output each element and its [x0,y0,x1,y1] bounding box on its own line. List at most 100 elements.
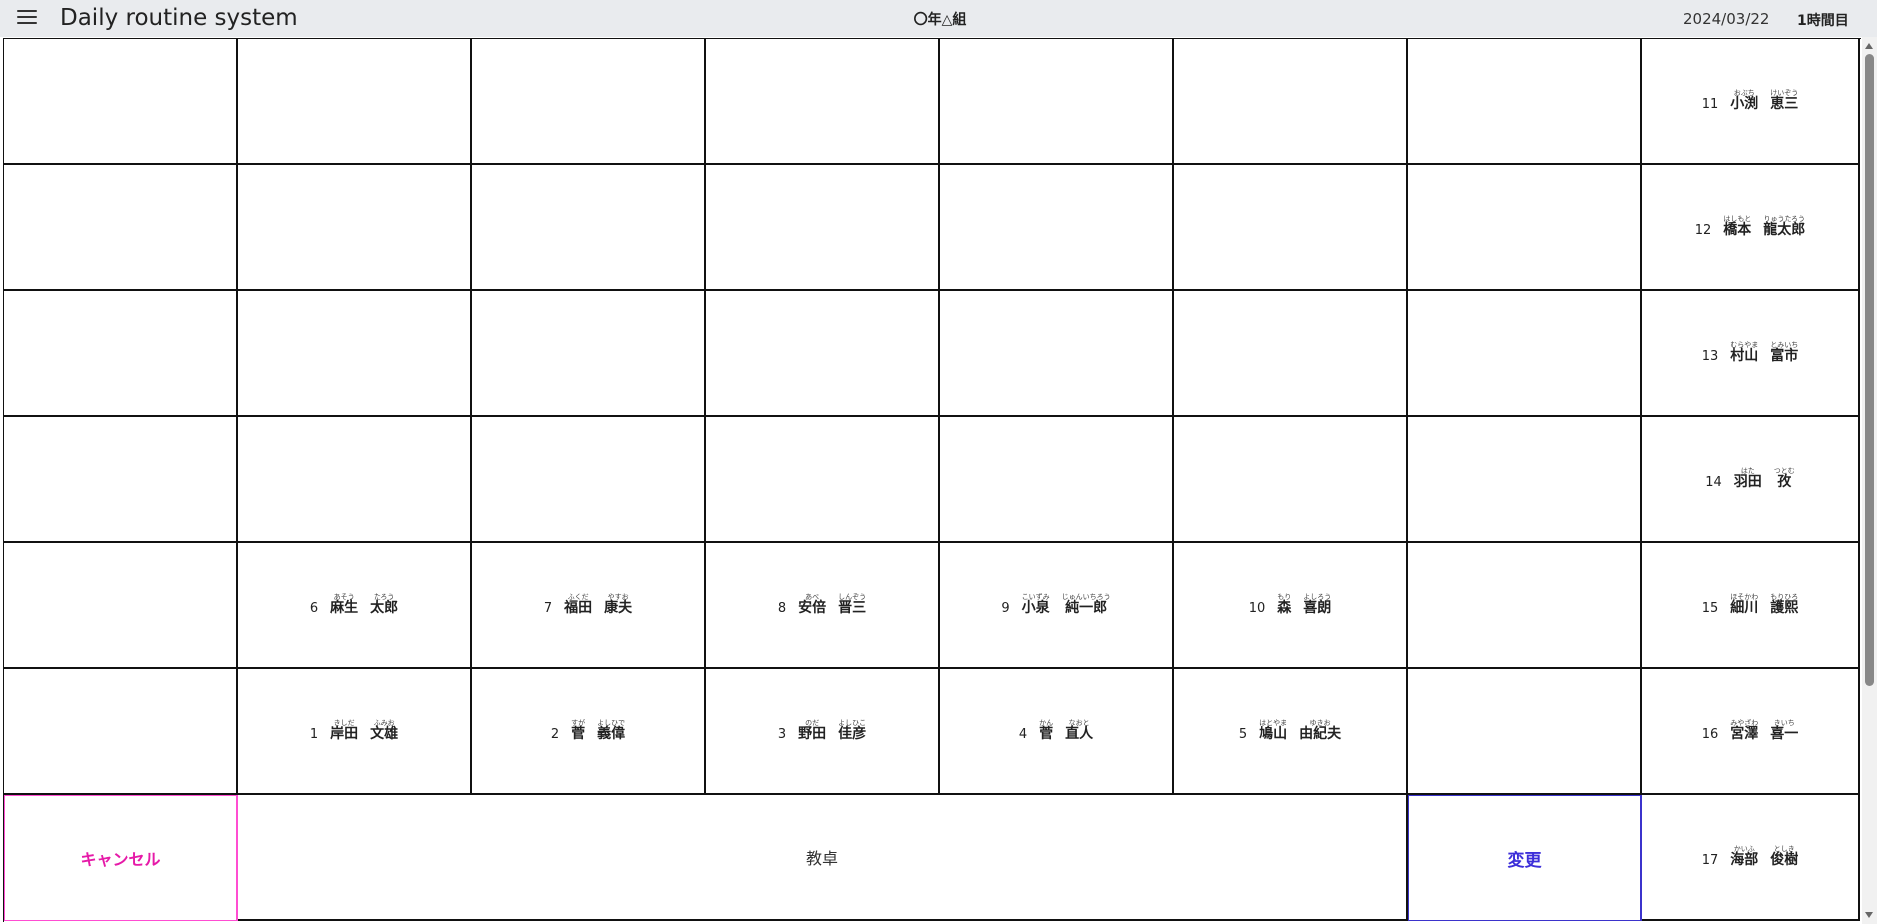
seat-number: 13 [1701,349,1719,364]
seat-cell-empty[interactable] [706,165,940,291]
seat-cell-empty[interactable] [1174,417,1408,543]
seat-cell-occupied[interactable]: 1 岸田きしだ 文雄ふみお [238,669,472,795]
seat-cell-empty[interactable] [706,291,940,417]
seat-cell-empty[interactable] [238,165,472,291]
seat-cell-empty[interactable] [940,39,1174,165]
seat-cell-occupied[interactable]: 14 羽田はた 孜つとむ [1642,417,1860,543]
seat-cell-empty[interactable] [706,39,940,165]
seat-cell-empty[interactable] [1408,669,1642,795]
seat-cell-empty[interactable] [238,39,472,165]
seat-cell-occupied[interactable]: 9 小泉こいずみ 純一郎じゅんいちろう [940,543,1174,669]
seat-number: 8 [777,601,787,616]
seat-cell-occupied[interactable]: 12 橋本はしもと 龍太郎りゅうたろう [1642,165,1860,291]
seat-number: 14 [1705,475,1722,490]
scroll-up-arrow-icon[interactable] [1865,43,1873,49]
seat-cell-empty[interactable] [238,417,472,543]
family-name-text: 菅 [1039,726,1054,742]
seat-cell-empty[interactable] [472,291,706,417]
seat-cell-empty[interactable] [4,165,238,291]
student-family-name: 安倍あべ [798,593,826,617]
seat-number: 17 [1701,853,1719,868]
given-name-text: 佳彦 [838,726,867,742]
seat-cell-empty[interactable] [4,417,238,543]
family-name-reading: ふくだ [564,593,593,601]
seat-cell-empty[interactable] [1174,291,1408,417]
teacher-desk: 教卓 [238,795,1408,921]
student-given-name: 太郎たろう [370,593,398,617]
given-name-text: 喜一 [1770,726,1799,742]
hamburger-menu-icon[interactable] [17,9,39,27]
student-family-name: 鳩山はとやま [1259,719,1287,743]
app-title: Daily routine system [60,5,298,31]
family-name-text: 宮澤 [1730,726,1759,742]
family-name-text: 福田 [564,600,593,616]
student-family-name: 菅かん [1039,719,1053,743]
seating-chart-area: 11 小渕おぶち 恵三けいぞう 12 橋本はしもと 龍太郎りゅうたろう 13 村山むらやま 富市… [0,37,1861,924]
seat-cell-empty[interactable] [4,291,238,417]
seat-cell-occupied[interactable]: 15 細川ほそかわ 護熙もりひろ [1642,543,1860,669]
seat-cell-empty[interactable] [1174,165,1408,291]
seat-cell-empty[interactable] [238,291,472,417]
seat-cell-empty[interactable] [472,39,706,165]
seat-cell-empty[interactable] [4,543,238,669]
student-given-name: 喜一きいち [1770,719,1798,743]
seat-cell-occupied[interactable]: 5 鳩山はとやま 由紀夫ゆきお [1174,669,1408,795]
family-name-reading: おぶち [1730,89,1759,97]
seat-cell-empty[interactable] [1408,39,1642,165]
seat-cell-empty[interactable] [1408,291,1642,417]
seat-cell-empty[interactable] [4,669,238,795]
scroll-thumb[interactable] [1865,54,1874,686]
seat-cell-occupied[interactable]: 7 福田ふくだ 康夫やすお [472,543,706,669]
seat-cell-occupied[interactable]: 3 野田のだ 佳彦よしひこ [706,669,940,795]
family-name-reading: きしだ [330,719,359,727]
student-seat: 4 菅かん 直人なおと [1019,719,1093,743]
seat-cell-empty[interactable] [1408,417,1642,543]
student-given-name: 護熙もりひろ [1770,593,1798,617]
student-given-name: 恵三けいぞう [1770,89,1798,113]
family-name-text: 小渕 [1730,96,1759,112]
cancel-button[interactable]: キャンセル [4,795,238,921]
seat-cell-occupied[interactable]: 13 村山むらやま 富市とみいち [1642,291,1860,417]
given-name-reading: もりひろ [1770,593,1799,601]
seat-number: 6 [309,601,319,616]
seat-cell-empty[interactable] [940,165,1174,291]
family-name-text: 安倍 [798,600,827,616]
seat-cell-empty[interactable] [940,291,1174,417]
seat-cell-empty[interactable] [1408,165,1642,291]
given-name-reading: とみいち [1770,341,1799,349]
seat-cell-empty[interactable] [472,417,706,543]
family-name-reading: むらやま [1730,341,1759,349]
seat-cell-empty[interactable] [472,165,706,291]
family-name-reading: みやざわ [1730,719,1759,727]
seat-cell-occupied[interactable]: 11 小渕おぶち 恵三けいぞう [1642,39,1860,165]
family-name-text: 麻生 [330,600,359,616]
given-name-reading: としき [1770,845,1799,853]
student-seat: 16 宮澤みやざわ 喜一きいち [1702,719,1799,743]
seat-cell-occupied[interactable]: 10 森もり 喜朗よしろう [1174,543,1408,669]
student-family-name: 小泉こいずみ [1022,593,1050,617]
vertical-scrollbar[interactable] [1862,37,1877,924]
seat-cell-occupied[interactable]: 2 菅すが 義偉よしひで [472,669,706,795]
given-name-text: 義偉 [597,726,626,742]
seat-cell-occupied[interactable]: 17 海部かいふ 俊樹としき [1642,795,1860,921]
given-name-text: 富市 [1770,348,1799,364]
seat-number: 1 [309,727,319,742]
seat-cell-empty[interactable] [1174,39,1408,165]
seat-cell-empty[interactable] [1408,543,1642,669]
seat-cell-empty[interactable] [940,417,1174,543]
seat-cell-empty[interactable] [4,39,238,165]
student-family-name: 麻生あそう [330,593,358,617]
seat-number: 9 [1001,601,1010,616]
seat-cell-occupied[interactable]: 6 麻生あそう 太郎たろう [238,543,472,669]
student-seat: 5 鳩山はとやま 由紀夫ゆきお [1239,719,1341,743]
seat-cell-occupied[interactable]: 16 宮澤みやざわ 喜一きいち [1642,669,1860,795]
top-bar: Daily routine system 〇年△組 2024/03/22 1時間… [0,0,1877,37]
seat-cell-occupied[interactable]: 4 菅かん 直人なおと [940,669,1174,795]
seat-cell-occupied[interactable]: 8 安倍あべ 晋三しんぞう [706,543,940,669]
seat-cell-empty[interactable] [706,417,940,543]
scroll-down-arrow-icon[interactable] [1865,912,1873,918]
student-seat: 1 岸田きしだ 文雄ふみお [310,719,398,743]
period-display: 1時間目 [1797,13,1849,29]
change-button[interactable]: 変更 [1408,795,1642,921]
student-family-name: 海部かいふ [1730,845,1758,869]
